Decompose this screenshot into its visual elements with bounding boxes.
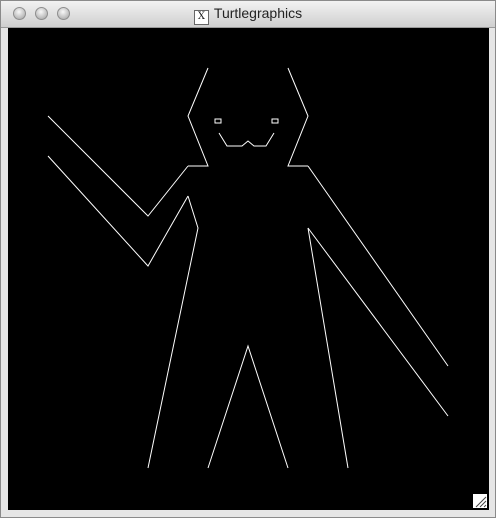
- head-outline: [187, 67, 209, 167]
- legs: [207, 344, 289, 469]
- right-arm-inner: [307, 227, 449, 417]
- window-title-text: Turtlegraphics: [213, 5, 303, 21]
- resize-grip[interactable]: [473, 494, 487, 508]
- left-arm-lower: [47, 155, 189, 267]
- x11-app-icon: X: [193, 10, 209, 25]
- turtle-canvas[interactable]: [8, 28, 489, 510]
- left-eye: [214, 118, 222, 124]
- resize-grip-icon: [475, 496, 487, 508]
- window-title: X Turtlegraphics: [1, 5, 495, 25]
- head-outline-right: [287, 67, 309, 167]
- mouth: [218, 132, 275, 147]
- right-eye: [271, 118, 279, 124]
- turtle-window: X Turtlegraphics: [0, 0, 496, 518]
- body-left: [147, 195, 199, 469]
- left-arm-upper: [47, 115, 189, 217]
- body-right: [307, 227, 349, 469]
- title-bar[interactable]: X Turtlegraphics: [1, 1, 495, 28]
- turtle-drawing: [47, 67, 449, 469]
- right-arm-outer: [307, 165, 449, 367]
